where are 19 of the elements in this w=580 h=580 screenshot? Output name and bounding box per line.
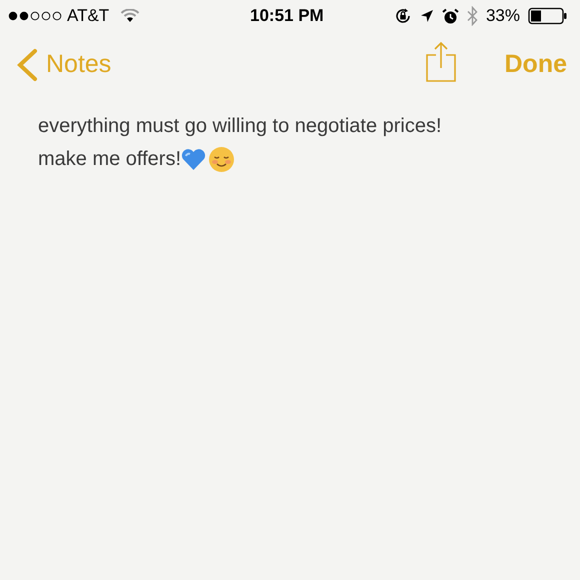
note-text-line: make me offers! bbox=[38, 147, 182, 172]
back-button[interactable]: Notes bbox=[0, 46, 112, 84]
share-icon bbox=[424, 41, 456, 83]
battery-icon bbox=[528, 7, 568, 25]
battery-percentage: 33% bbox=[486, 5, 520, 28]
note-text-line: everything must go willing to negotiate prices! bbox=[38, 114, 442, 139]
smiling-face-icon bbox=[208, 146, 236, 173]
status-time: 10:51 PM bbox=[250, 5, 324, 28]
share-button[interactable] bbox=[424, 41, 456, 83]
carrier-name: AT&T bbox=[67, 5, 110, 28]
bluetooth-icon bbox=[466, 6, 478, 26]
signal-strength-icon bbox=[8, 11, 62, 21]
location-arrow-icon bbox=[420, 9, 434, 23]
done-button[interactable]: Done bbox=[504, 46, 567, 84]
heart-emoji-icon bbox=[181, 148, 206, 171]
alarm-clock-icon bbox=[442, 8, 459, 24]
chevron-left-icon bbox=[16, 48, 38, 82]
rotation-lock-icon bbox=[394, 7, 412, 25]
wifi-icon bbox=[120, 9, 140, 23]
